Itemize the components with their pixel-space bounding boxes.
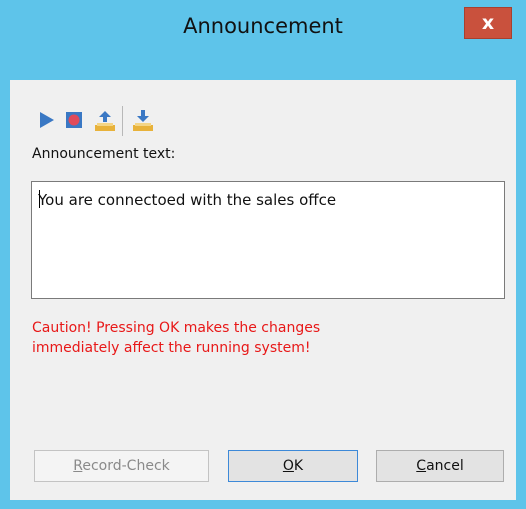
caution-line-2: immediately affect the running system! (32, 340, 311, 356)
ok-button[interactable]: OK (228, 450, 358, 482)
window-title: Announcement (183, 14, 343, 38)
download-icon (133, 110, 153, 131)
announcement-text-label: Announcement text: (32, 146, 176, 162)
cancel-label: ancel (426, 458, 464, 474)
text-caret (39, 190, 40, 208)
caution-message: Caution! Pressing OK makes the changes i… (32, 318, 320, 358)
record-check-button[interactable]: Record-Check (34, 450, 209, 482)
title-bar[interactable]: Announcement x (0, 0, 526, 78)
dialog-body: Announcement text: You are connectoed wi… (10, 80, 516, 500)
cancel-button[interactable]: Cancel (376, 450, 504, 482)
upload-button[interactable] (92, 106, 118, 134)
play-button[interactable] (36, 106, 62, 134)
toolbar-divider (122, 106, 123, 136)
record-check-mnemonic: R (73, 458, 83, 474)
close-icon: x (481, 12, 495, 34)
announcement-text-value: You are connectoed with the sales offce (38, 191, 337, 209)
ok-label: K (293, 458, 304, 474)
announcement-text-input[interactable]: You are connectoed with the sales offce (31, 181, 505, 299)
ok-mnemonic: O (282, 458, 294, 474)
record-icon (66, 112, 82, 128)
record-check-label: ecord-Check (82, 458, 170, 474)
close-button[interactable]: x (464, 7, 512, 39)
record-button[interactable] (62, 106, 88, 134)
cancel-mnemonic: C (416, 458, 427, 474)
download-button[interactable] (130, 106, 156, 134)
play-icon (40, 112, 54, 128)
announcement-dialog: Announcement x Announcement text: You ar… (0, 0, 526, 509)
caution-line-1: Caution! Pressing OK makes the changes (32, 320, 321, 336)
upload-icon (95, 111, 115, 131)
